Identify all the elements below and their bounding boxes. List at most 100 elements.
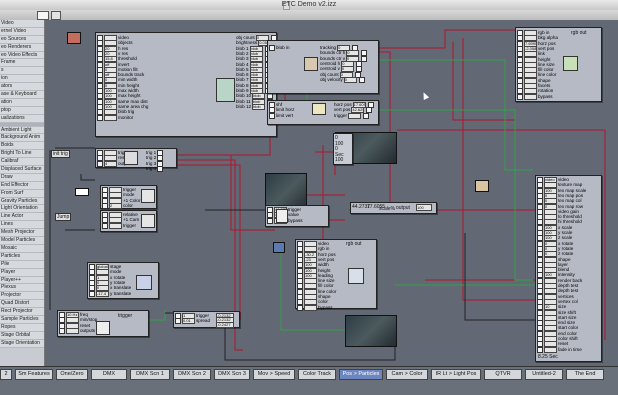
eyes-video-tracker-actor[interactable]: video objects 20 h res 20 v res 15.8 threshold o… [95, 32, 280, 137]
port-value[interactable]: 100 [335, 157, 348, 163]
patch-canvas[interactable]: video objects 20 h res 20 v res 15.8 threshold o… [45, 20, 618, 366]
port-connector[interactable] [358, 76, 365, 83]
port-connector[interactable] [175, 318, 181, 325]
sidebar-item[interactable]: Mesh Projector [0, 229, 44, 238]
port-connector[interactable] [97, 114, 103, 121]
sidebar-item[interactable]: ators [0, 83, 44, 92]
sidebar-item[interactable]: Pile [0, 260, 44, 269]
scene-tab[interactable]: 2 [0, 369, 12, 380]
sidebar-item[interactable]: Plexus [0, 284, 44, 293]
sidebar-item[interactable]: ase & Keyboard [0, 91, 44, 99]
port-value[interactable]: -0.2427 [216, 321, 234, 328]
3d-camera-actor[interactable]: global stage mode 1 x rotate 0 y rotate 0 x tran… [87, 262, 159, 299]
sidebar-item[interactable]: s [0, 67, 44, 76]
sidebar-item[interactable]: Stage Orientation [0, 339, 44, 348]
sidebar-item[interactable]: Player [0, 268, 44, 277]
sidebar-item[interactable]: Player++ [0, 276, 44, 285]
sidebar-item[interactable]: eo Sources [0, 35, 44, 44]
sidebar-item[interactable]: Gravity Particles [0, 197, 44, 206]
port-connector[interactable] [297, 304, 303, 311]
sidebar-item[interactable]: Frame [0, 59, 44, 68]
sidebar-item[interactable]: eo Video Effects [0, 51, 44, 60]
port-connector[interactable] [269, 112, 275, 119]
sidebar-item[interactable]: Stage Orbital [0, 331, 44, 340]
stage-button[interactable] [51, 11, 61, 20]
patch-wire[interactable] [315, 151, 336, 175]
patch-wire[interactable] [80, 174, 95, 181]
scene-tab[interactable]: Sm Features [15, 369, 53, 380]
sidebar-item[interactable]: Boids [0, 142, 44, 151]
data-array-actor[interactable]: 44.2737trigger44.6061valuebypass [265, 205, 329, 227]
port-connector[interactable] [59, 327, 65, 334]
port-value[interactable] [348, 112, 362, 119]
port-value[interactable] [66, 327, 79, 334]
sidebar-item[interactable]: Ambient Light [0, 126, 44, 135]
patch-wire[interactable] [452, 42, 515, 121]
sidebar-item[interactable]: Bright To Line [0, 150, 44, 159]
port-value[interactable] [109, 222, 122, 229]
patch-wire[interactable] [464, 233, 535, 321]
scene-tab[interactable]: DMX Scn 1 [130, 369, 170, 380]
port-value[interactable]: 0 [343, 76, 357, 83]
port-connector[interactable] [89, 290, 95, 297]
sidebar-item[interactable]: ation [0, 98, 44, 107]
sidebar-item[interactable]: Line Actor [0, 213, 44, 222]
port-connector[interactable] [102, 222, 108, 229]
sidebar-item[interactable]: ion [0, 75, 44, 84]
input-port[interactable]: -17.4 y translate [89, 290, 131, 297]
port-value[interactable]: 100 [416, 204, 432, 211]
scene-tab[interactable]: The End [566, 369, 604, 380]
scene-tab[interactable]: Color Track [298, 369, 336, 380]
scene-tab[interactable]: Untitled-2 [525, 369, 563, 380]
wave-generator-actor[interactable]: 10 Hz freq min/stop reset outputs trigger [57, 310, 149, 337]
spread-actor[interactable]: 1 trigger 0.01 spread -0.2132 -0.2132 -0.2427 [173, 311, 240, 328]
port-connector[interactable] [157, 165, 164, 172]
sidebar-item[interactable]: End Effector [0, 181, 44, 190]
port-connector[interactable] [363, 112, 370, 119]
scene-tab[interactable]: Cam > Color [386, 369, 428, 380]
sidebar-item[interactable]: Light Orientation [0, 205, 44, 214]
sidebar-item[interactable]: Ropes [0, 323, 44, 332]
sidebar-item[interactable]: ptop [0, 106, 44, 115]
scene-tab[interactable]: One/Zero [56, 369, 88, 380]
math-actor-a[interactable]: 0 100 0 Sec 100 [333, 133, 353, 165]
port-connector[interactable] [517, 93, 523, 100]
sidebar-item[interactable]: ualizations [0, 114, 44, 123]
3d-particles-actor[interactable]: video video texture map 100 tex map scale 0 te… [535, 175, 602, 362]
sidebar-item[interactable]: Sample Particles [0, 315, 44, 324]
scene-tab[interactable]: Pos > Particles [339, 369, 383, 380]
input-port[interactable]: blob in [269, 45, 290, 51]
input-port[interactable]: limit vert [269, 112, 293, 119]
port-value[interactable] [524, 93, 537, 100]
port-connector[interactable] [102, 202, 108, 209]
scene-tab[interactable]: Mov > Speed [253, 369, 295, 380]
scene-tab[interactable]: DMX Scn 3 [214, 369, 250, 380]
port-connector[interactable] [267, 217, 273, 224]
sidebar-item[interactable]: Model Particles [0, 237, 44, 245]
port-connector[interactable] [537, 346, 543, 353]
sidebar-item[interactable]: Background Anim [0, 134, 44, 143]
output-port[interactable]: -0.2427 [216, 321, 235, 328]
input-port[interactable]: 0.01 spread [175, 318, 210, 325]
output-port[interactable]: trigger [334, 112, 370, 119]
port-connector[interactable] [97, 160, 103, 167]
blob-decoder-actor[interactable]: blob in tracking 0 bounds ctr h 0 bounds ctr … [267, 40, 379, 94]
port-value[interactable] [544, 346, 557, 353]
sidebar-item[interactable]: Calibraf [0, 158, 44, 167]
port-value[interactable]: 2 [109, 202, 122, 209]
input-port[interactable]: outputs [59, 327, 95, 334]
output-port[interactable]: obj velocity 0 [320, 76, 365, 83]
scene-tab[interactable]: IR Lt > Light Pos [431, 369, 481, 380]
output-port[interactable]: trig 4 [146, 165, 164, 172]
input-port[interactable]: 2 color [102, 202, 133, 209]
port-value[interactable]: 0.01 [182, 318, 195, 325]
scene-tab[interactable]: DMX [91, 369, 127, 380]
input-port[interactable]: bypass [517, 93, 553, 100]
port-value[interactable]: blob [252, 103, 266, 110]
patch-wire[interactable] [167, 164, 241, 320]
input-port[interactable]: bypass [297, 304, 333, 311]
sidebar-item[interactable]: Particles [0, 252, 44, 261]
input-port[interactable]: trigger [102, 222, 136, 229]
patch-wire[interactable] [175, 154, 275, 231]
scene-tab[interactable]: DMX Scn 2 [173, 369, 211, 380]
